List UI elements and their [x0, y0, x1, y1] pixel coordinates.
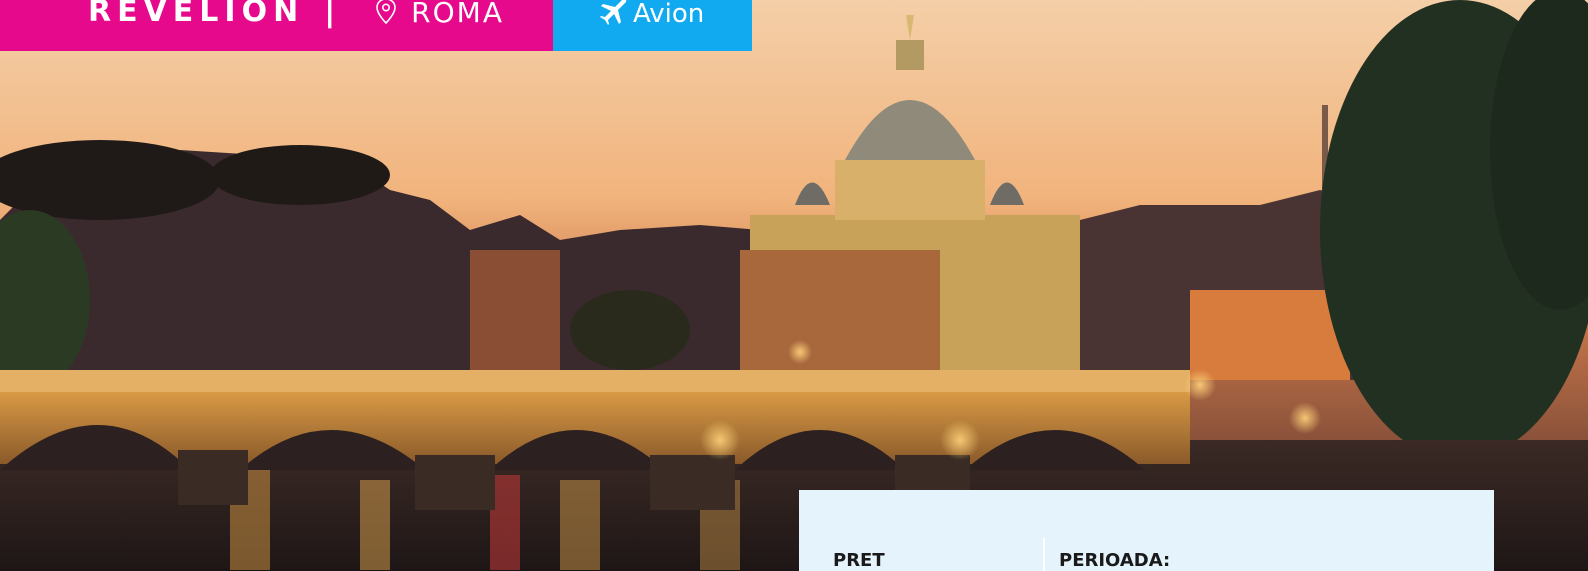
destination-tag: REVELION | ROMA: [0, 0, 553, 51]
tour-tag-bar: REVELION | ROMA Avion: [0, 0, 752, 51]
title-separator: |: [324, 0, 336, 29]
tour-info-card: PRET PERIOADA:: [799, 490, 1494, 571]
transport-mode: Avion: [633, 0, 705, 29]
map-pin-icon: [376, 0, 396, 24]
price-label: PRET: [833, 550, 885, 571]
hero-image: [0, 0, 1588, 571]
destination-city: ROMA: [411, 0, 504, 29]
info-divider: [1043, 538, 1045, 571]
transport-tag: Avion: [553, 0, 752, 51]
airplane-icon: [600, 0, 627, 25]
tour-title: REVELION: [88, 0, 305, 29]
period-label: PERIOADA:: [1059, 550, 1171, 571]
